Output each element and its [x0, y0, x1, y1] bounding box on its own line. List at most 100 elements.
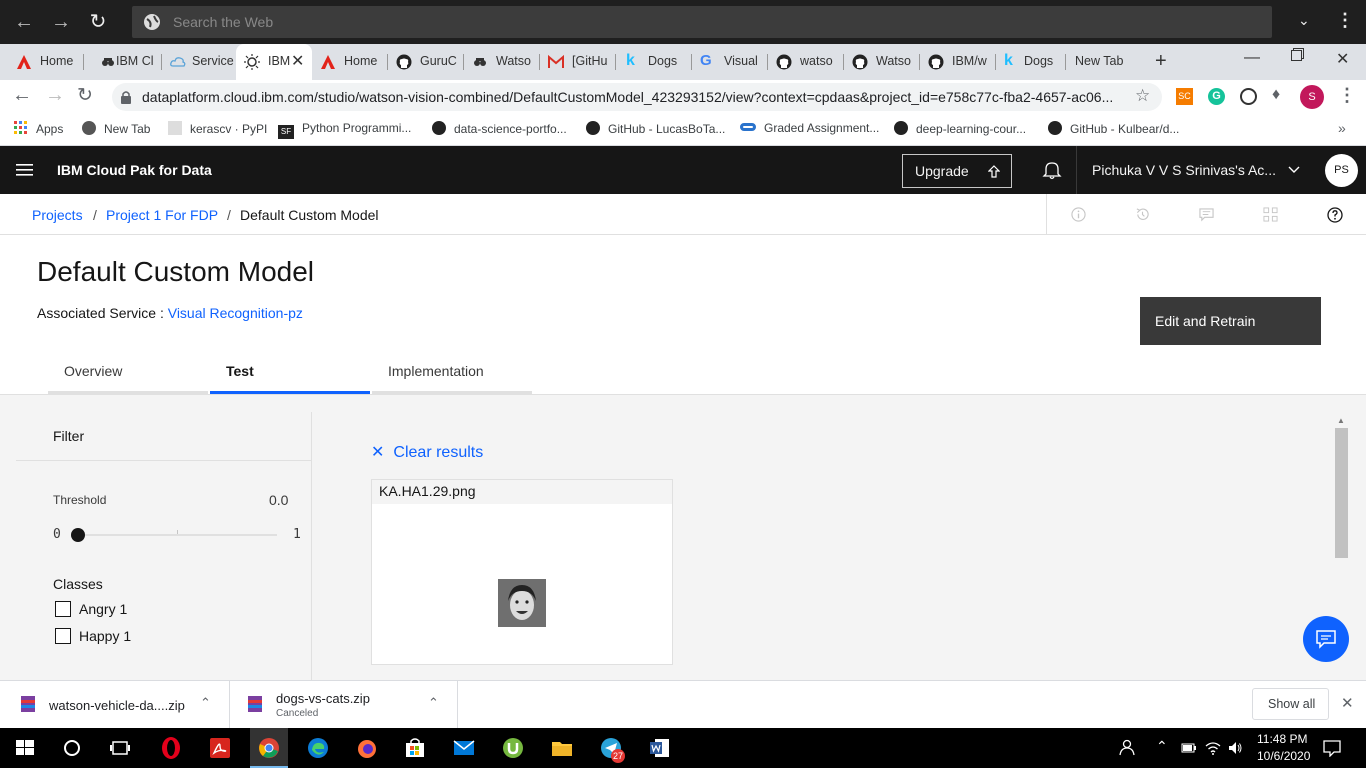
scrollbar-thumb[interactable]: [1335, 428, 1348, 558]
back-arrow-icon[interactable]: ←: [12, 84, 32, 107]
info-icon[interactable]: [1071, 207, 1086, 222]
browser-tab[interactable]: k Dogs: [996, 44, 1066, 80]
notification-bell-icon[interactable]: [1042, 160, 1062, 180]
clear-results-link[interactable]: ✕ Clear results: [371, 442, 483, 462]
edit-and-retrain-button[interactable]: Edit and Retrain: [1140, 297, 1321, 345]
profile-avatar[interactable]: S: [1300, 85, 1324, 109]
close-download-bar-icon[interactable]: ✕: [1341, 694, 1354, 712]
chevron-up-tray-icon[interactable]: ⌃: [1156, 738, 1168, 755]
chrome-icon[interactable]: [257, 736, 281, 760]
browser-tab[interactable]: IBM/w: [920, 44, 996, 80]
more-vertical-icon[interactable]: ⋮: [1336, 10, 1354, 31]
bookmark-graded[interactable]: Graded Assignment...: [740, 121, 879, 135]
bookmark-data-science[interactable]: data-science-portfo...: [432, 121, 567, 136]
bookmark-new-tab[interactable]: New Tab: [82, 121, 150, 136]
bookmark-deep-learning[interactable]: deep-learning-cour...: [894, 121, 1026, 136]
browser-tab-active[interactable]: IBM ✕: [236, 44, 312, 80]
help-icon[interactable]: [1327, 207, 1343, 223]
account-switcher[interactable]: Pichuka V V S Srinivas's Ac...: [1092, 162, 1276, 178]
chevron-down-icon[interactable]: ⌄: [1298, 12, 1310, 29]
forward-arrow-icon[interactable]: →: [45, 84, 65, 107]
extension-sync-icon[interactable]: [1240, 88, 1257, 105]
bookmark-github-lucas[interactable]: GitHub - LucasBoTa...: [586, 121, 725, 136]
mail-icon[interactable]: [452, 736, 476, 760]
result-card[interactable]: [371, 479, 673, 665]
forward-arrow-icon[interactable]: →: [49, 10, 73, 34]
windows-start-icon[interactable]: [13, 736, 37, 760]
browser-tab[interactable]: watso: [768, 44, 844, 80]
browser-tab[interactable]: [GitHu: [540, 44, 616, 80]
browser-tab[interactable]: IBM Cl: [84, 44, 162, 80]
bookmark-apps[interactable]: Apps: [14, 121, 63, 136]
bookmark-kerascv[interactable]: kerascv · PyPI: [168, 121, 267, 136]
browser-tab[interactable]: Service: [162, 44, 236, 80]
class-checkbox-angry[interactable]: [55, 601, 71, 617]
utorrent-icon[interactable]: [501, 736, 525, 760]
browser-tab[interactable]: Home: [312, 44, 388, 80]
reload-icon[interactable]: ↻: [86, 10, 110, 34]
tab-test[interactable]: Test: [210, 355, 370, 394]
clock-date[interactable]: 10/6/2020: [1257, 749, 1310, 763]
back-arrow-icon[interactable]: ←: [12, 10, 36, 34]
download-item[interactable]: watson-vehicle-da....zip ⌃: [0, 681, 230, 728]
close-tab-icon[interactable]: ✕: [291, 51, 304, 71]
chevron-up-icon[interactable]: ⌃: [428, 695, 439, 711]
more-bookmarks-icon[interactable]: »: [1338, 120, 1346, 136]
chevron-down-icon[interactable]: [1288, 166, 1300, 174]
url-bar[interactable]: dataplatform.cloud.ibm.com/studio/watson…: [112, 83, 1162, 111]
browser-tab[interactable]: Watso: [844, 44, 920, 80]
browser-tab[interactable]: Home: [0, 44, 84, 80]
chat-support-button[interactable]: [1303, 616, 1349, 662]
opera-icon[interactable]: [159, 736, 183, 760]
wifi-icon[interactable]: [1205, 740, 1221, 756]
reload-icon[interactable]: ↻: [77, 84, 93, 107]
threshold-slider-track[interactable]: [78, 534, 277, 536]
show-all-button[interactable]: Show all: [1252, 688, 1329, 720]
upgrade-button[interactable]: Upgrade: [902, 154, 1012, 188]
word-icon[interactable]: [648, 736, 672, 760]
class-checkbox-happy[interactable]: [55, 628, 71, 644]
related-assets-icon[interactable]: [1263, 207, 1278, 222]
breadcrumb-project[interactable]: Project 1 For FDP: [106, 207, 218, 223]
browser-tab[interactable]: GuruC: [388, 44, 464, 80]
chevron-up-icon[interactable]: ⌃: [200, 695, 211, 711]
battery-icon[interactable]: [1181, 742, 1197, 754]
associated-service-link[interactable]: Visual Recognition-pz: [168, 305, 303, 321]
search-circle-icon[interactable]: [60, 736, 84, 760]
download-item[interactable]: dogs-vs-cats.zip Canceled ⌃: [230, 681, 458, 728]
browser-tab[interactable]: k Dogs: [616, 44, 692, 80]
user-avatar[interactable]: PS: [1325, 154, 1358, 187]
web-search-input[interactable]: Search the Web: [132, 6, 1272, 38]
firefox-icon[interactable]: [355, 736, 379, 760]
people-icon[interactable]: [1117, 736, 1141, 760]
volume-icon[interactable]: [1227, 740, 1243, 756]
puzzle-extensions-icon[interactable]: ♦: [1272, 86, 1280, 104]
browser-tab[interactable]: G Visual: [692, 44, 768, 80]
action-center-icon[interactable]: [1323, 739, 1341, 757]
minimize-icon[interactable]: —: [1244, 49, 1260, 67]
comment-icon[interactable]: [1199, 207, 1214, 222]
file-explorer-icon[interactable]: [550, 736, 574, 760]
star-bookmark-icon[interactable]: ☆: [1135, 86, 1150, 106]
restore-icon[interactable]: [1291, 50, 1302, 61]
scroll-up-arrow-icon[interactable]: ▲: [1337, 416, 1345, 425]
grammarly-icon[interactable]: G: [1208, 88, 1225, 105]
new-tab-plus-icon[interactable]: +: [1155, 50, 1167, 73]
tab-implementation[interactable]: Implementation: [372, 355, 532, 394]
browser-tab[interactable]: Watso: [464, 44, 540, 80]
more-vertical-icon[interactable]: ⋮: [1338, 85, 1356, 106]
breadcrumb-projects[interactable]: Projects: [32, 207, 83, 223]
bookmark-kulbear[interactable]: GitHub - Kulbear/d...: [1048, 121, 1179, 136]
edge-icon[interactable]: [306, 736, 330, 760]
hamburger-menu-icon[interactable]: [16, 163, 33, 177]
clock-time[interactable]: 11:48 PM: [1257, 732, 1307, 746]
close-window-icon[interactable]: ✕: [1336, 49, 1349, 69]
tab-overview[interactable]: Overview: [48, 355, 208, 394]
threshold-slider-thumb[interactable]: [71, 528, 85, 542]
extension-sc-icon[interactable]: SC: [1176, 88, 1193, 105]
browser-tab[interactable]: New Tab: [1066, 44, 1146, 80]
bookmark-python[interactable]: SF Python Programmi...: [278, 121, 411, 139]
task-view-icon[interactable]: [108, 736, 132, 760]
history-icon[interactable]: [1135, 207, 1150, 222]
acrobat-icon[interactable]: [208, 736, 232, 760]
